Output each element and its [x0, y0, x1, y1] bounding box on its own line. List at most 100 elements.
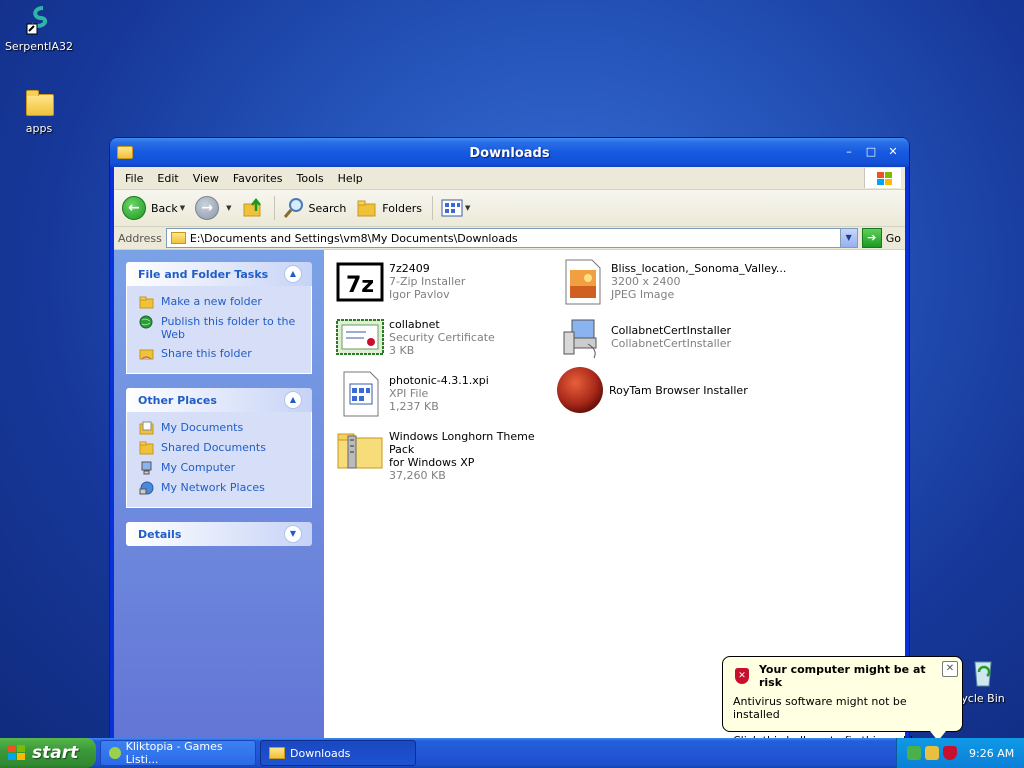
chevron-down-icon[interactable]: ▼: [226, 204, 231, 212]
folders-label: Folders: [382, 201, 423, 215]
7zip-icon: 7z: [336, 262, 384, 302]
file-item-collabnetcertinstaller[interactable]: CollabnetCertInstaller CollabnetCertInst…: [558, 314, 778, 362]
menu-help[interactable]: Help: [331, 172, 370, 185]
details-panel: Details ▼: [126, 522, 312, 546]
network-tray-icon[interactable]: [907, 746, 921, 760]
task-publish-folder[interactable]: Publish this folder to the Web: [139, 315, 301, 341]
toolbar-separator: [273, 196, 275, 220]
menu-favorites[interactable]: Favorites: [226, 172, 290, 185]
folders-icon: [357, 200, 376, 217]
folder-up-icon: [243, 197, 261, 217]
up-button[interactable]: [242, 197, 264, 219]
file-name: RoyTam Browser Installer: [609, 384, 748, 397]
globe-icon: [139, 315, 153, 329]
place-my-computer[interactable]: My Computer: [139, 461, 301, 475]
chevron-down-icon[interactable]: ▼: [180, 204, 185, 212]
back-label: Back: [151, 201, 178, 215]
panel-header[interactable]: File and Folder Tasks ▲: [126, 262, 312, 286]
file-name: collabnet: [389, 318, 440, 331]
address-bar: Address E:\Documents and Settings\vm8\My…: [114, 227, 905, 250]
file-item-collabnet[interactable]: collabnet Security Certificate 3 KB: [336, 314, 556, 362]
toolbar-separator: [432, 196, 434, 220]
panel-header[interactable]: Details ▼: [126, 522, 312, 546]
taskbar-button-downloads[interactable]: Downloads: [260, 740, 416, 766]
my-computer-icon: [141, 461, 152, 475]
certificate-icon: [336, 319, 384, 355]
folders-button[interactable]: Folders: [356, 197, 422, 219]
go-button[interactable]: ➔ Go: [861, 228, 901, 248]
security-tray-icon[interactable]: [925, 746, 939, 760]
collapse-chevron-icon[interactable]: ▲: [284, 391, 302, 409]
browser-icon: [109, 747, 121, 759]
menu-tools[interactable]: Tools: [290, 172, 331, 185]
file-type: Security Certificate: [389, 331, 495, 344]
expand-chevron-icon[interactable]: ▼: [284, 525, 302, 543]
panel-header[interactable]: Other Places ▲: [126, 388, 312, 412]
shared-documents-icon: [139, 441, 154, 455]
collapse-chevron-icon[interactable]: ▲: [284, 265, 302, 283]
minimize-button[interactable]: –: [841, 145, 857, 159]
go-arrow-icon: ➔: [861, 228, 882, 248]
file-name: photonic-4.3.1.xpi: [389, 374, 489, 387]
xpi-file-icon: [343, 371, 379, 417]
file-name-continued: for Windows XP: [389, 456, 475, 469]
file-item-photonic[interactable]: photonic-4.3.1.xpi XPI File 1,237 KB: [336, 370, 556, 418]
task-pane: File and Folder Tasks ▲ Make a new folde…: [114, 250, 324, 738]
windows-logo-icon: [864, 168, 901, 188]
panel-title: Details: [138, 527, 182, 541]
file-name: Bliss_location,_Sonoma_Valley...: [611, 262, 787, 275]
file-folder-tasks-panel: File and Folder Tasks ▲ Make a new folde…: [126, 262, 312, 374]
security-alert-tray-icon[interactable]: [943, 746, 957, 760]
svg-text:7z: 7z: [346, 273, 374, 298]
file-size: 37,260 KB: [389, 469, 446, 482]
desktop-icon-apps[interactable]: apps: [0, 86, 79, 135]
new-folder-icon: [139, 296, 154, 309]
place-my-documents[interactable]: My Documents: [139, 421, 301, 435]
address-input[interactable]: E:\Documents and Settings\vm8\My Documen…: [165, 228, 858, 248]
taskbar-button-kliktopia[interactable]: Kliktopia - Games Listi...: [100, 740, 256, 766]
search-icon: [283, 198, 303, 218]
back-button[interactable]: ← Back ▼: [122, 196, 185, 220]
window-client: File Edit View Favorites Tools Help ← Ba…: [114, 167, 905, 738]
balloon-close-button[interactable]: ✕: [942, 661, 958, 677]
menu-view[interactable]: View: [186, 172, 226, 185]
address-dropdown-button[interactable]: ▼: [839, 229, 857, 247]
window-title: Downloads: [469, 146, 550, 161]
menu-bar: File Edit View Favorites Tools Help: [114, 167, 905, 190]
search-button[interactable]: Search: [283, 197, 347, 219]
forward-arrow-icon: →: [195, 196, 220, 220]
start-button[interactable]: start: [0, 738, 96, 768]
forward-button[interactable]: → ▼: [195, 196, 232, 220]
desktop-icon-serpent[interactable]: SerpentIA32: [0, 4, 79, 53]
go-label: Go: [885, 231, 901, 245]
views-button[interactable]: ▼: [441, 199, 470, 217]
file-item-longhorn-theme-pack[interactable]: Windows Longhorn Theme Pack for Windows …: [336, 426, 556, 482]
folder-icon: [23, 86, 55, 118]
file-size: 3 KB: [389, 344, 415, 357]
network-places-icon: [139, 481, 154, 495]
taskbar: start Kliktopia - Games Listi... Downloa…: [0, 738, 1024, 768]
close-button[interactable]: ✕: [885, 145, 901, 159]
task-make-new-folder[interactable]: Make a new folder: [139, 295, 301, 309]
file-item-7z2409[interactable]: 7z 7z2409 7-Zip Installer Igor Pavlov: [336, 258, 556, 306]
place-shared-documents[interactable]: Shared Documents: [139, 441, 301, 455]
zip-folder-icon: [337, 433, 383, 469]
file-item-roytam-browser-installer[interactable]: RoyTam Browser Installer: [556, 366, 776, 414]
title-bar[interactable]: Downloads – □ ✕: [110, 138, 909, 167]
security-balloon[interactable]: ✕ Your computer might be at risk Antivir…: [722, 656, 963, 747]
file-item-bliss-jpeg[interactable]: Bliss_location,_Sonoma_Valley... 3200 x …: [558, 258, 786, 306]
file-name: Windows Longhorn Theme Pack: [389, 430, 535, 456]
start-label: start: [32, 743, 79, 763]
search-label: Search: [308, 201, 347, 215]
file-type: JPEG Image: [611, 288, 675, 301]
address-value: E:\Documents and Settings\vm8\My Documen…: [189, 231, 518, 245]
standard-toolbar: ← Back ▼ → ▼ Search Folders ▼: [114, 190, 905, 227]
menu-file[interactable]: File: [118, 172, 150, 185]
task-share-folder[interactable]: Share this folder: [139, 347, 301, 361]
back-arrow-icon: ←: [122, 196, 146, 220]
file-size: 1,237 KB: [389, 400, 439, 413]
place-my-network-places[interactable]: My Network Places: [139, 481, 301, 495]
maximize-button[interactable]: □: [863, 145, 879, 159]
menu-edit[interactable]: Edit: [150, 172, 185, 185]
file-detail: Igor Pavlov: [389, 288, 450, 301]
